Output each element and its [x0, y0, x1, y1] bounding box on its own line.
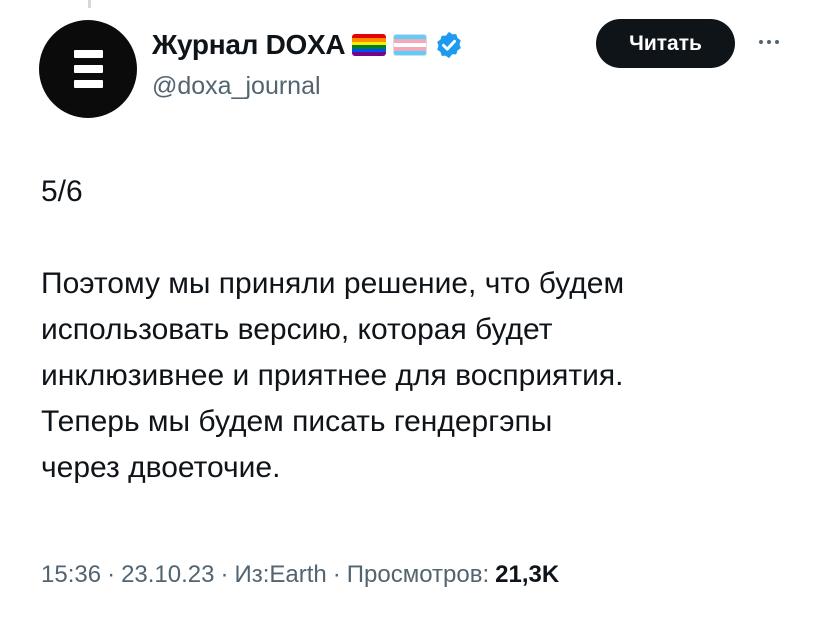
- tweet-body-line: инклюзивнее и приятнее для восприятия.: [41, 359, 624, 392]
- tweet-date[interactable]: 23.10.23: [121, 561, 214, 589]
- views-label: Просмотров:: [346, 561, 490, 588]
- follow-button[interactable]: Читать: [596, 19, 735, 68]
- meta-separator: ·: [220, 561, 229, 588]
- transgender-flag-icon: [393, 34, 428, 56]
- meta-separator: ·: [332, 561, 341, 588]
- tweet-meta: 15:36 · 23.10.23 · Из:Earth · Просмотров…: [41, 561, 559, 589]
- tweet-body-line: использовать версию, которая будет: [41, 313, 553, 346]
- author-display-name[interactable]: Журнал DOXA: [152, 29, 346, 61]
- tweet-body-line: через двоеточие.: [41, 451, 281, 484]
- author-name-row: Журнал DOXA: [152, 29, 464, 61]
- rainbow-flag-icon: [352, 34, 387, 56]
- tweet-time[interactable]: 15:36: [41, 561, 101, 589]
- verified-badge-icon[interactable]: [434, 30, 464, 60]
- author-handle[interactable]: @doxa_journal: [152, 72, 321, 101]
- avatar[interactable]: [39, 20, 137, 118]
- tweet-body-line: Теперь мы будем писать гендергэпы: [41, 405, 553, 438]
- views-count[interactable]: 21,3K: [495, 561, 559, 589]
- thread-connector-line: [88, 0, 91, 8]
- meta-separator: ·: [107, 561, 116, 588]
- tweet-source: Из:Earth: [234, 561, 327, 588]
- tweet-text: 5/6 Поэтому мы приняли решение, что буде…: [41, 169, 781, 491]
- tweet-body-line: Поэтому мы приняли решение, что будем: [41, 267, 625, 300]
- more-icon[interactable]: [753, 30, 785, 54]
- thread-counter: 5/6: [41, 175, 83, 208]
